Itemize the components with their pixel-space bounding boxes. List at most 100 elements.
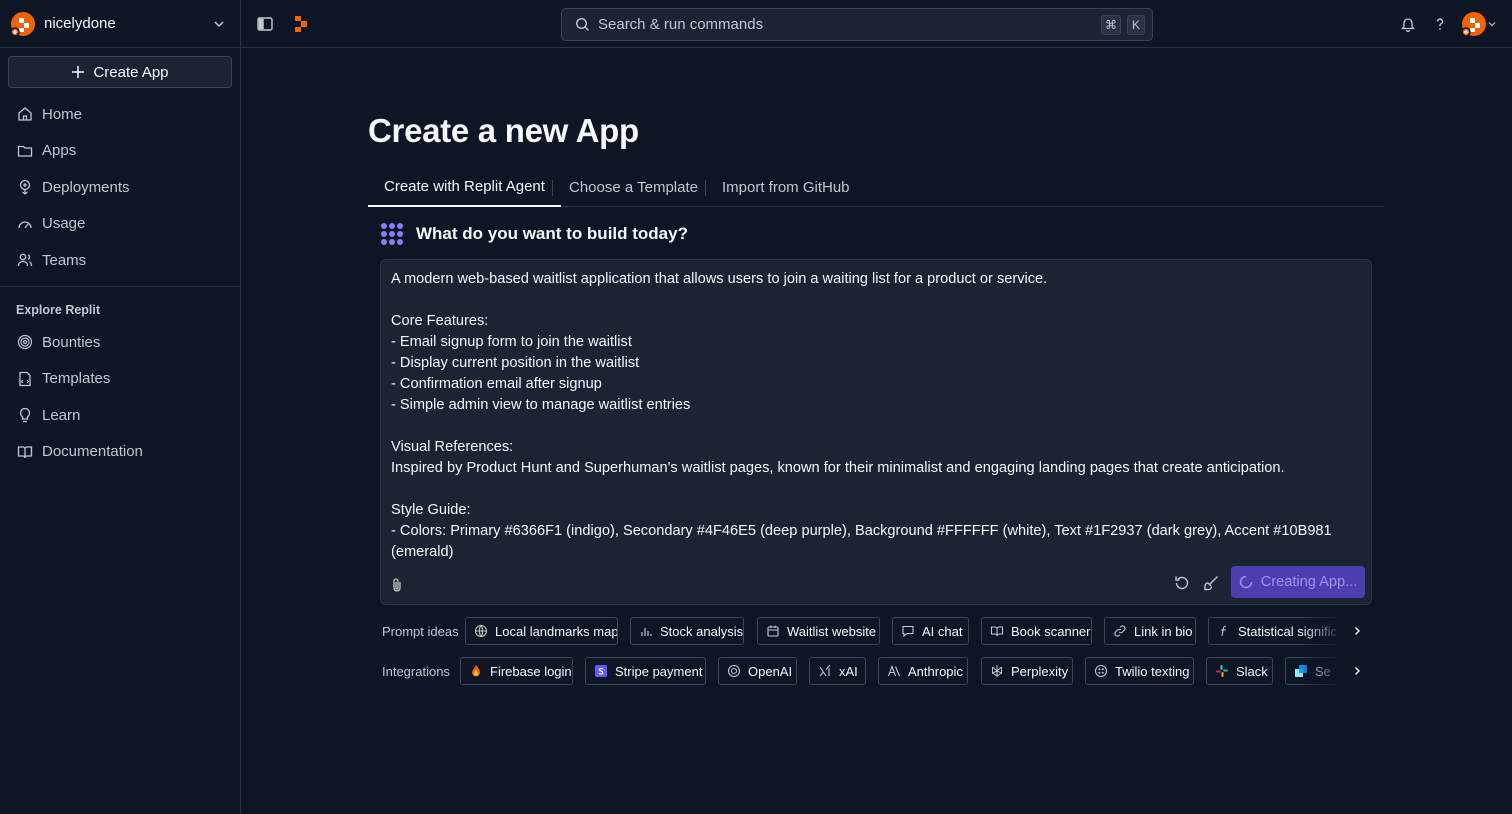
create-tabs: Create with Replit Agent Choose a Templa… [368,168,1384,207]
anthropic-icon [887,664,901,678]
sidebar-divider [0,286,240,287]
avatar [1461,11,1487,37]
chevron-down-icon [1487,19,1497,29]
deployments-icon [17,179,33,196]
sidebar-item-label: Templates [42,370,111,388]
chip-label: Waitlist website [787,623,877,639]
prompt-ideas-label: Prompt ideas [382,624,459,639]
creating-label: Creating App... [1260,574,1358,590]
chip-label: Slack [1236,663,1268,679]
chat-icon [901,624,915,638]
sidebar-item-label: Usage [42,215,86,233]
integration-chip[interactable]: Twilio texting [1085,657,1194,685]
kbd-k: K [1127,15,1145,35]
prompt-idea-chip[interactable]: Link in bio [1104,617,1196,645]
function-icon [1217,624,1231,638]
sidebar-item-documentation[interactable]: Documentation [0,434,240,471]
xai-icon [818,664,832,678]
search-input[interactable]: Search & run commands ⌘ K [561,8,1153,41]
sidebar-item-label: Apps [42,142,77,160]
sidebar-item-usage[interactable]: Usage [0,206,240,243]
chip-label: Firebase login [490,663,572,679]
sidebar-item-teams[interactable]: Teams [0,242,240,279]
chip-label: AI chat [922,623,963,639]
chip-fade [1302,657,1342,685]
sidebar-item-learn[interactable]: Learn [0,397,240,434]
agent-icon [380,222,404,246]
creating-app-button[interactable]: Creating App... [1231,566,1365,598]
workspace-switcher[interactable]: nicelydone [0,0,240,48]
sidebar-item-label: Bounties [42,333,101,351]
prompt-idea-chip[interactable]: Waitlist website [757,617,880,645]
integration-chip[interactable]: OpenAI [718,657,797,685]
page-title: Create a new App [368,112,639,149]
integrations-label: Integrations [382,664,450,679]
chip-label: Anthropic [908,663,963,679]
sidebar-toggle-icon [256,15,274,33]
create-app-button[interactable]: Create App [8,56,232,88]
prompt-question: What do you want to build today? [416,224,688,243]
explore-nav: Bounties Templates Learn Documentation [0,324,240,470]
explore-section-label: Explore Replit [16,303,101,317]
prompt-idea-chip[interactable]: Book scanner [981,617,1092,645]
spinner-icon [1239,575,1253,589]
sidebar-item-home[interactable]: Home [0,96,240,133]
account-menu-button[interactable] [1461,11,1501,37]
enhance-prompt-button[interactable] [1201,573,1221,593]
sidebar-item-label: Home [42,105,83,123]
lightbulb-icon [17,407,33,423]
integration-chip[interactable]: Anthropic [878,657,968,685]
bar-chart-icon [639,624,653,638]
tab-replit-agent[interactable]: Create with Replit Agent [368,168,561,207]
chevron-right-icon [1351,625,1363,637]
home-icon [17,106,33,122]
create-app-label: Create App [93,63,169,81]
sidebar-item-label: Documentation [42,443,143,461]
chip-label: Book scanner [1011,623,1091,639]
tab-template[interactable]: Choose a Template [569,168,698,207]
kbd-cmd: ⌘ [1101,15,1121,35]
integration-chip[interactable]: Firebase login [460,657,573,685]
integration-chip[interactable]: Slack [1206,657,1273,685]
replit-home-button[interactable] [289,12,313,36]
chip-fade [1302,617,1342,645]
prompt-ideas-next-button[interactable] [1349,623,1365,639]
help-button[interactable] [1428,12,1452,36]
prompt-idea-chip[interactable]: Local landmarks map [465,617,618,645]
book-icon [990,624,1004,638]
undo-icon [1173,574,1191,592]
sidebar-item-apps[interactable]: Apps [0,133,240,170]
sidebar: nicelydone Create App Home Apps Deployme… [0,0,241,814]
template-icon [17,371,33,387]
prompt-textarea[interactable]: A modern web-based waitlist application … [391,269,1351,563]
search-icon [575,17,590,32]
toggle-sidebar-button[interactable] [253,12,277,36]
firebase-icon [469,664,483,678]
prompt-box: A modern web-based waitlist application … [380,259,1372,605]
chip-label: Twilio texting [1115,663,1190,679]
undo-button[interactable] [1172,573,1192,593]
chip-label: Stripe payment [615,663,703,679]
sidebar-item-deployments[interactable]: Deployments [0,169,240,206]
replit-logo-icon [10,11,36,37]
paperclip-icon[interactable] [390,577,404,593]
sidebar-item-templates[interactable]: Templates [0,361,240,398]
integration-chip[interactable]: xAI [809,657,866,685]
notifications-button[interactable] [1396,12,1420,36]
integration-chip[interactable]: Perplexity [981,657,1073,685]
tab-label: Import from GitHub [722,179,850,196]
prompt-idea-chip[interactable]: AI chat [892,617,969,645]
tab-github[interactable]: Import from GitHub [722,168,850,207]
search-placeholder: Search & run commands [598,16,764,33]
prompt-idea-chip[interactable]: Stock analysis [630,617,744,645]
perplexity-icon [990,664,1004,678]
tab-divider [552,180,553,196]
tab-label: Choose a Template [569,179,698,196]
sidebar-item-label: Teams [42,251,87,269]
sidebar-item-bounties[interactable]: Bounties [0,324,240,361]
tab-divider [705,180,706,196]
integrations-next-button[interactable] [1349,663,1365,679]
replit-mark-icon [292,15,310,33]
chip-label: xAI [839,663,858,679]
integration-chip[interactable]: Stripe payment [585,657,706,685]
